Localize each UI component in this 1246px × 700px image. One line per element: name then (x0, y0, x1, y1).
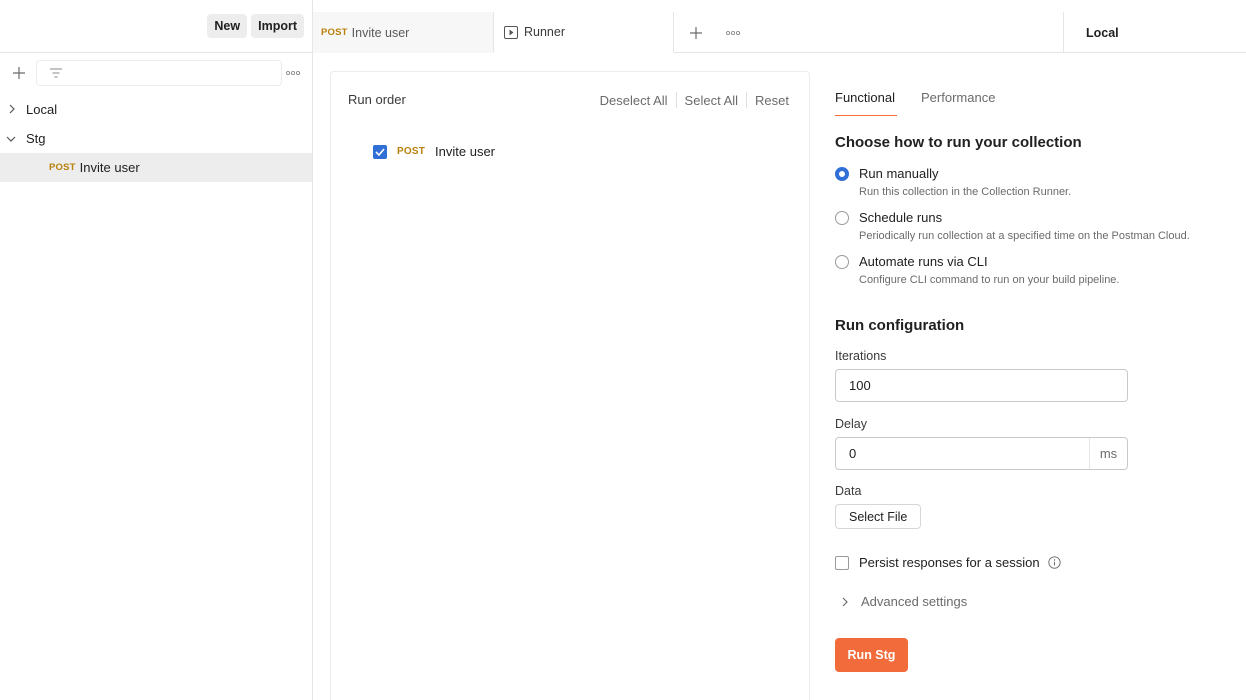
deselect-all-button[interactable]: Deselect All (600, 93, 668, 108)
option-description: Configure CLI command to run on your bui… (859, 274, 1120, 286)
sidebar-toolbar (8, 60, 304, 86)
option-label: Schedule runs (859, 210, 943, 225)
tab-performance[interactable]: Performance (921, 90, 995, 105)
iterations-input[interactable]: 100 (835, 369, 1128, 402)
select-all-button[interactable]: Select All (685, 93, 738, 108)
run-order-title: Run order (348, 92, 406, 107)
option-schedule-runs[interactable]: Schedule runs Periodically run collectio… (835, 210, 1190, 242)
persist-checkbox[interactable] (835, 555, 849, 570)
data-label: Data (835, 484, 862, 498)
tree-item-local[interactable]: Local (0, 95, 312, 124)
run-configuration-title: Run configuration (835, 317, 965, 334)
sidebar: New Import Local Stg POST Invite user (0, 0, 313, 700)
delay-unit: ms (1089, 438, 1127, 469)
chevron-down-icon (0, 132, 26, 146)
radio-button[interactable] (835, 167, 849, 181)
chevron-right-icon (0, 103, 26, 117)
play-icon (504, 25, 518, 39)
advanced-settings-toggle[interactable]: Advanced settings (841, 594, 967, 609)
method-badge: POST (49, 162, 76, 173)
divider (675, 92, 677, 108)
delay-value: 0 (849, 446, 857, 461)
persist-label: Persist responses for a session (859, 555, 1040, 570)
option-automate-cli[interactable]: Automate runs via CLI Configure CLI comm… (835, 254, 1119, 286)
item-label: Invite user (435, 144, 496, 159)
option-label: Automate runs via CLI (859, 254, 988, 269)
chevron-right-icon (841, 597, 849, 607)
active-tab-indicator (835, 115, 897, 116)
persist-responses-option[interactable]: Persist responses for a session (835, 555, 1061, 570)
run-button[interactable]: Run Stg (835, 638, 908, 672)
tree-item-label: Local (26, 102, 58, 117)
import-button[interactable]: Import (251, 14, 304, 38)
radio-button[interactable] (835, 211, 849, 225)
new-button[interactable]: New (207, 14, 248, 38)
tree-item-label: Invite user (79, 160, 140, 175)
tree-item-label: Stg (26, 131, 46, 146)
more-options-icon[interactable] (285, 68, 301, 78)
tab-label: Runner (524, 25, 565, 39)
sidebar-header: New Import (0, 0, 312, 53)
option-description: Periodically run collection at a specifi… (859, 230, 1190, 242)
tree-item-invite-user[interactable]: POST Invite user (0, 153, 312, 182)
run-order-item[interactable]: POST Invite user (373, 144, 495, 159)
method-badge: POST (321, 27, 348, 38)
tab-options-icon[interactable] (723, 12, 743, 53)
tab-invite-user[interactable]: POST Invite user (313, 12, 493, 53)
tree-item-stg[interactable]: Stg (0, 124, 312, 153)
tab-runner[interactable]: Runner (493, 12, 674, 53)
option-description: Run this collection in the Collection Ru… (859, 186, 1072, 198)
option-label: Run manually (859, 166, 939, 181)
tab-functional[interactable]: Functional (835, 90, 895, 105)
iterations-label: Iterations (835, 349, 887, 363)
radio-button[interactable] (835, 255, 849, 269)
new-tab-icon[interactable] (685, 12, 707, 53)
select-file-button[interactable]: Select File (835, 504, 922, 529)
option-run-manually[interactable]: Run manually Run this collection in the … (835, 166, 1071, 198)
filter-input[interactable] (36, 60, 282, 86)
run-order-panel: Run order Deselect All Select All Reset … (330, 71, 810, 700)
run-order-actions: Deselect All Select All Reset (600, 92, 789, 108)
delay-input[interactable]: 0 ms (835, 437, 1128, 470)
tab-label: Invite user (351, 25, 410, 40)
delay-label: Delay (835, 417, 867, 431)
divider (746, 92, 748, 108)
filter-icon (50, 68, 62, 78)
add-icon[interactable] (8, 62, 30, 84)
advanced-settings-label: Advanced settings (861, 594, 968, 609)
config-panel: Functional Performance Choose how to run… (835, 0, 1246, 700)
info-icon[interactable] (1047, 556, 1061, 569)
method-badge: POST (397, 146, 426, 157)
reset-button[interactable]: Reset (755, 93, 789, 108)
choose-title: Choose how to run your collection (835, 134, 1082, 151)
item-checkbox[interactable] (373, 144, 387, 159)
